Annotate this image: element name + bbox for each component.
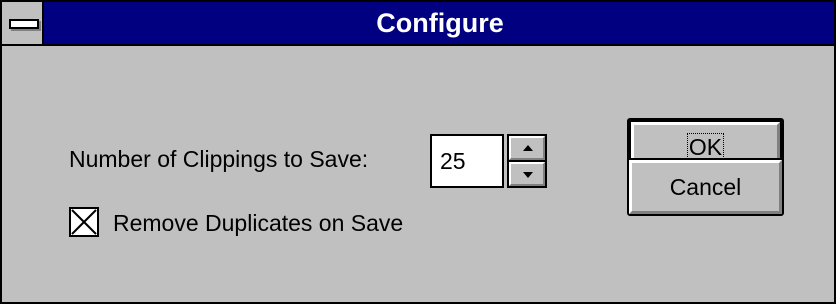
configure-dialog: Configure Number of Clippings to Save: 2… bbox=[0, 0, 836, 304]
cancel-button-face: Cancel bbox=[629, 160, 782, 214]
window-title: Configure bbox=[376, 8, 504, 38]
cancel-button-label: Cancel bbox=[669, 173, 742, 200]
clippings-label: Number of Clippings to Save: bbox=[69, 146, 369, 172]
spin-down-button[interactable] bbox=[509, 162, 545, 186]
system-menu-icon bbox=[9, 19, 39, 29]
arrow-up-icon bbox=[523, 145, 533, 151]
checkmark-x-icon bbox=[71, 209, 97, 235]
title-bar[interactable]: Configure bbox=[2, 2, 834, 46]
arrow-down-icon bbox=[523, 172, 533, 178]
ok-button-label: OK bbox=[686, 133, 725, 161]
remove-duplicates-label[interactable]: Remove Duplicates on Save bbox=[113, 210, 403, 237]
clippings-spinner bbox=[507, 134, 547, 188]
remove-duplicates-checkbox[interactable] bbox=[69, 207, 99, 237]
spin-up-button[interactable] bbox=[509, 136, 545, 160]
system-menu-button[interactable] bbox=[2, 2, 44, 44]
clippings-count-input[interactable]: 25 bbox=[430, 134, 504, 188]
cancel-button[interactable]: Cancel bbox=[627, 158, 784, 216]
